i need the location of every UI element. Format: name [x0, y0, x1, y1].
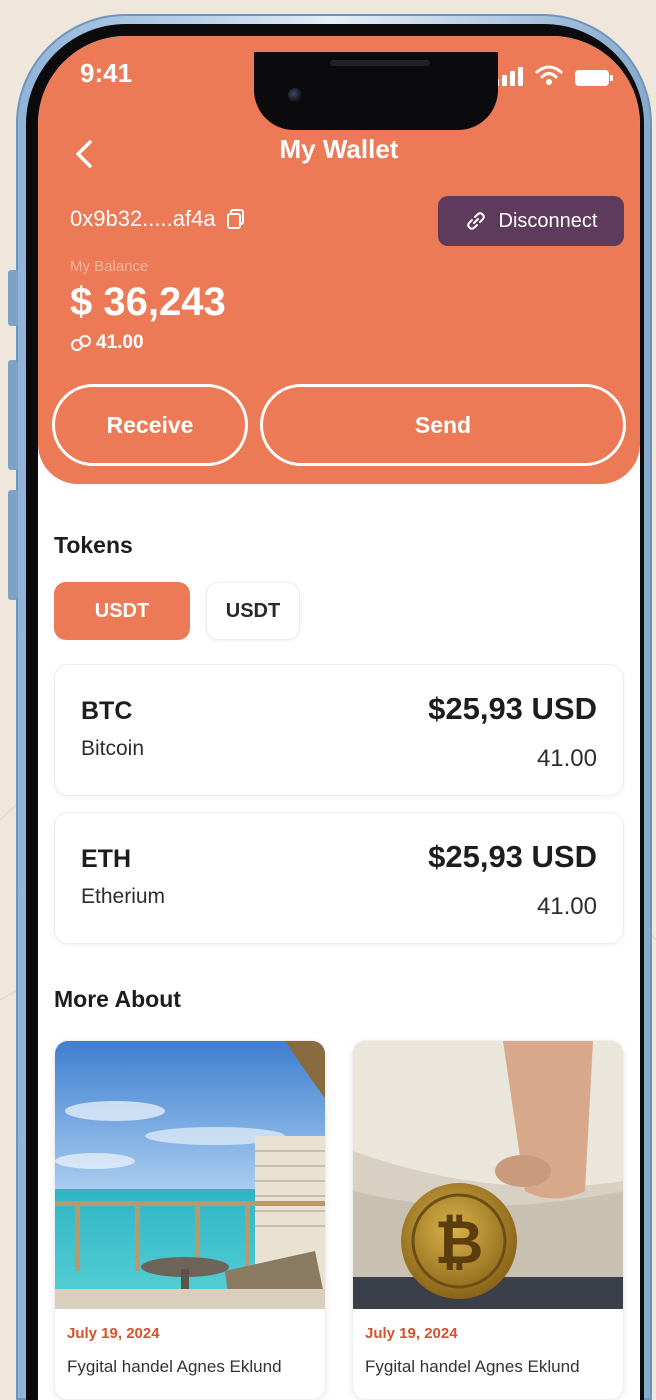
wifi-icon: [535, 65, 563, 85]
token-symbol: ETH: [81, 845, 131, 873]
volume-down-button: [8, 490, 18, 600]
token-chip-usdt-active[interactable]: USDT: [54, 582, 190, 640]
battery-icon: [575, 70, 613, 86]
chain-link-icon: [71, 335, 91, 351]
token-name: Etherium: [81, 885, 166, 908]
speaker-grille: [330, 60, 430, 66]
link-break-icon: [466, 212, 485, 230]
token-card-eth[interactable]: ETH Etherium $25,93 USD 41.00: [54, 812, 624, 944]
article-card-bitcoin[interactable]: ₿ July 19, 2024 Fygital handel Agnes Ekl…: [352, 1040, 624, 1400]
front-camera-icon: [288, 88, 302, 102]
disconnect-label: Disconnect: [498, 209, 598, 232]
copy-icon[interactable]: [226, 208, 246, 230]
status-icons: [494, 60, 613, 86]
balance-token-value: 41.00: [96, 332, 144, 353]
token-chip-usdt[interactable]: USDT: [206, 582, 300, 640]
page-title: My Wallet: [279, 134, 399, 164]
token-usd-value: $25,93 USD: [428, 839, 597, 874]
balance-label: My Balance: [70, 258, 149, 275]
mute-switch: [8, 270, 18, 326]
volume-up-button: [8, 360, 18, 470]
article-title: Fygital handel Agnes Eklund: [67, 1357, 282, 1376]
signal-icon: [494, 66, 523, 86]
article-date: July 19, 2024: [67, 1325, 160, 1342]
article-date: July 19, 2024: [365, 1325, 458, 1342]
article-title: Fygital handel Agnes Eklund: [365, 1357, 580, 1376]
wallet-address[interactable]: 0x9b32.....af4a: [70, 206, 246, 232]
token-amount: 41.00: [536, 745, 597, 772]
receive-button[interactable]: Receive: [52, 384, 248, 466]
article-card-beach[interactable]: July 19, 2024 Fygital handel Agnes Eklun…: [54, 1040, 326, 1400]
article-image-bitcoin: ₿: [353, 1041, 623, 1309]
notch: [254, 52, 498, 130]
phone-screen: 9:41 My Wallet 0x9b32.....af4a Disconnec…: [38, 36, 640, 1400]
svg-text:₿: ₿: [435, 1208, 484, 1278]
status-time: 9:41: [80, 58, 133, 88]
wallet-address-text: 0x9b32.....af4a: [70, 206, 216, 231]
send-button[interactable]: Send: [260, 384, 626, 466]
disconnect-button[interactable]: Disconnect: [438, 196, 624, 246]
token-amount: 41.00: [536, 893, 597, 920]
token-name: Bitcoin: [81, 737, 145, 760]
token-symbol: BTC: [81, 697, 133, 725]
balance-value: $ 36,243: [70, 280, 226, 324]
balance-token-amount: 41.00: [70, 332, 144, 354]
tokens-heading: Tokens: [54, 532, 133, 558]
token-card-btc[interactable]: BTC Bitcoin $25,93 USD 41.00: [54, 664, 624, 796]
token-usd-value: $25,93 USD: [428, 691, 597, 726]
article-image-beach: [55, 1041, 325, 1309]
more-about-heading: More About: [54, 986, 181, 1012]
